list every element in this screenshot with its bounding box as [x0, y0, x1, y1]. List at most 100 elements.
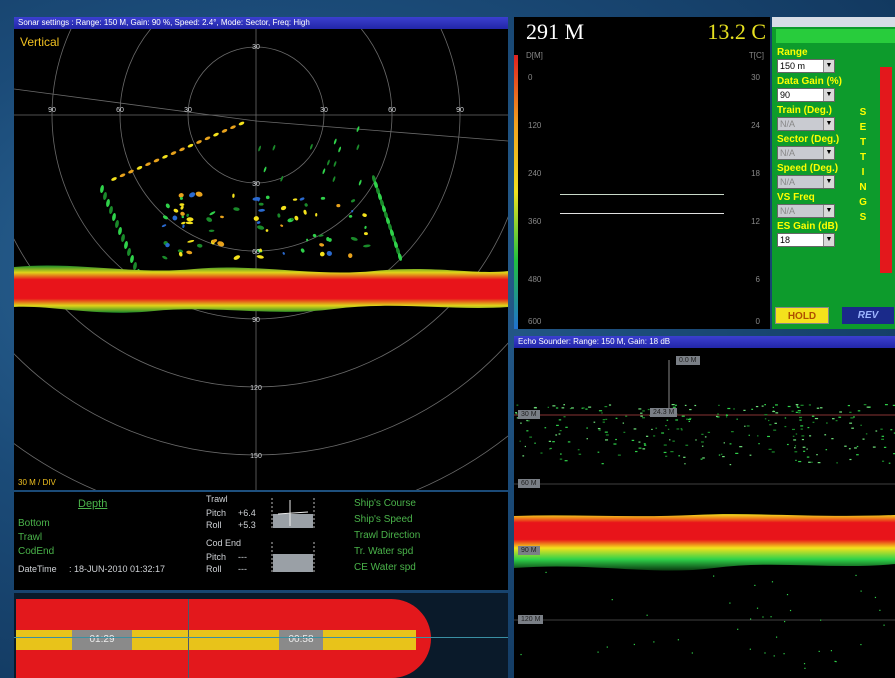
- echo-mark: [722, 456, 725, 458]
- codend-pitch-label: Pitch: [206, 552, 227, 562]
- esgain-select[interactable]: 18 ▼: [777, 233, 835, 247]
- settings-letter: I: [861, 167, 865, 178]
- temp-tick: 6: [755, 275, 760, 284]
- depth-axis-label: D[M]: [526, 51, 543, 60]
- fish-echo: [322, 168, 326, 175]
- echo-mark: [791, 410, 794, 412]
- ring-label-left: 30: [184, 107, 192, 114]
- timeline-panel[interactable]: 01:29 00:58: [14, 593, 508, 678]
- depth-tick: 240: [528, 169, 542, 178]
- echo-mark: [729, 463, 732, 466]
- fish-echo: [233, 207, 240, 211]
- fish-echo: [209, 211, 216, 216]
- depth-tag-30: 30 M: [518, 410, 540, 419]
- echo-mark: [718, 454, 721, 456]
- timeline-segment-right[interactable]: 00:58: [279, 630, 323, 650]
- sector-select[interactable]: N/A ▼: [777, 146, 835, 160]
- gain-select[interactable]: 90 ▼: [777, 88, 835, 102]
- echo-mark: [701, 441, 704, 443]
- fish-echo: [348, 215, 353, 218]
- echo-mark: [749, 648, 751, 650]
- fish-echo: [195, 191, 203, 197]
- depth-tick: 0: [528, 73, 533, 82]
- ship-course: Ship's Course: [354, 498, 416, 509]
- echo-mark: [615, 438, 617, 441]
- settings-letter: T: [859, 152, 867, 163]
- fish-echo: [187, 143, 194, 148]
- echo-mark: [524, 445, 526, 448]
- echo-mark: [830, 650, 832, 652]
- echo-mark: [850, 417, 854, 419]
- rev-button[interactable]: REV: [842, 307, 894, 324]
- echo-sounder-panel[interactable]: Echo Sounder: Range: 150 M, Gain: 18 dB …: [514, 336, 895, 678]
- chevron-down-icon[interactable]: ▼: [823, 205, 834, 217]
- chevron-down-icon[interactable]: ▼: [823, 60, 834, 72]
- echo-mark: [623, 431, 626, 433]
- echo-mark: [718, 404, 720, 406]
- echo-mark: [642, 448, 646, 450]
- echo-mark: [812, 421, 815, 423]
- echo-mark: [640, 412, 643, 414]
- chevron-down-icon[interactable]: ▼: [823, 147, 834, 159]
- echo-mark: [689, 408, 692, 411]
- fish-echo: [119, 173, 126, 178]
- echo-mark: [883, 624, 885, 626]
- temp-readout: 13.2 C: [707, 19, 766, 44]
- echo-mark: [774, 422, 777, 424]
- echo-mark: [819, 407, 823, 409]
- echo-mark: [800, 404, 804, 406]
- hold-button[interactable]: HOLD: [775, 307, 829, 324]
- range-select[interactable]: 150 m ▼: [777, 59, 835, 73]
- echo-mark: [808, 404, 811, 406]
- echo-mark: [748, 434, 750, 436]
- echo-mark: [811, 415, 815, 417]
- sonar-panel[interactable]: Sonar settings : Range: 150 M, Gain: 90 …: [14, 17, 508, 490]
- timeline-segment-left[interactable]: 01:29: [72, 630, 132, 650]
- fish-echo: [232, 193, 235, 198]
- sector-label: Sector (Deg.): [777, 134, 840, 145]
- echo-mark: [585, 408, 588, 410]
- echo-mark: [588, 406, 592, 408]
- settings-letter: G: [859, 197, 867, 208]
- fish-echo: [363, 244, 371, 248]
- train-select[interactable]: N/A ▼: [777, 117, 835, 131]
- temp-axis-label: T[C]: [748, 51, 764, 60]
- echo-mark: [801, 438, 805, 441]
- echo-mark: [617, 454, 621, 456]
- echo-mark: [686, 418, 689, 420]
- fish-echo: [294, 215, 299, 221]
- chevron-down-icon[interactable]: ▼: [823, 118, 834, 130]
- echo-mark: [653, 641, 655, 643]
- echo-mark: [771, 581, 774, 583]
- echo-mark: [571, 407, 574, 409]
- echo-mark: [784, 620, 786, 623]
- speed-select[interactable]: N/A ▼: [777, 175, 835, 189]
- echo-mark: [522, 455, 525, 457]
- echo-mark: [684, 404, 687, 407]
- echo-mark: [890, 429, 893, 431]
- fish-echo: [165, 203, 170, 209]
- vsfreq-select[interactable]: N/A ▼: [777, 204, 835, 218]
- echo-mark: [768, 448, 772, 450]
- echo-mark: [855, 574, 857, 577]
- fish-echo: [124, 241, 128, 249]
- fish-echo: [109, 206, 113, 214]
- echo-mark: [808, 461, 811, 463]
- echo-mark: [688, 418, 691, 421]
- echo-mark: [820, 619, 822, 621]
- vsfreq-value: N/A: [780, 206, 796, 216]
- chevron-down-icon[interactable]: ▼: [823, 234, 834, 246]
- trawl-attitude-icon: [271, 498, 315, 530]
- chevron-down-icon[interactable]: ▼: [823, 89, 834, 101]
- temp-profile-line-upper: [560, 194, 724, 195]
- echo-mark: [844, 445, 847, 447]
- echo-mark: [786, 443, 789, 446]
- chevron-down-icon[interactable]: ▼: [823, 176, 834, 188]
- echo-mark: [605, 439, 609, 441]
- train-label: Train (Deg.): [777, 105, 833, 116]
- echo-mark: [701, 445, 704, 447]
- echo-mark: [642, 410, 645, 412]
- echo-mark: [857, 410, 861, 412]
- echo-mark: [806, 456, 810, 458]
- settings-tab[interactable]: SETTINGS: [856, 105, 870, 225]
